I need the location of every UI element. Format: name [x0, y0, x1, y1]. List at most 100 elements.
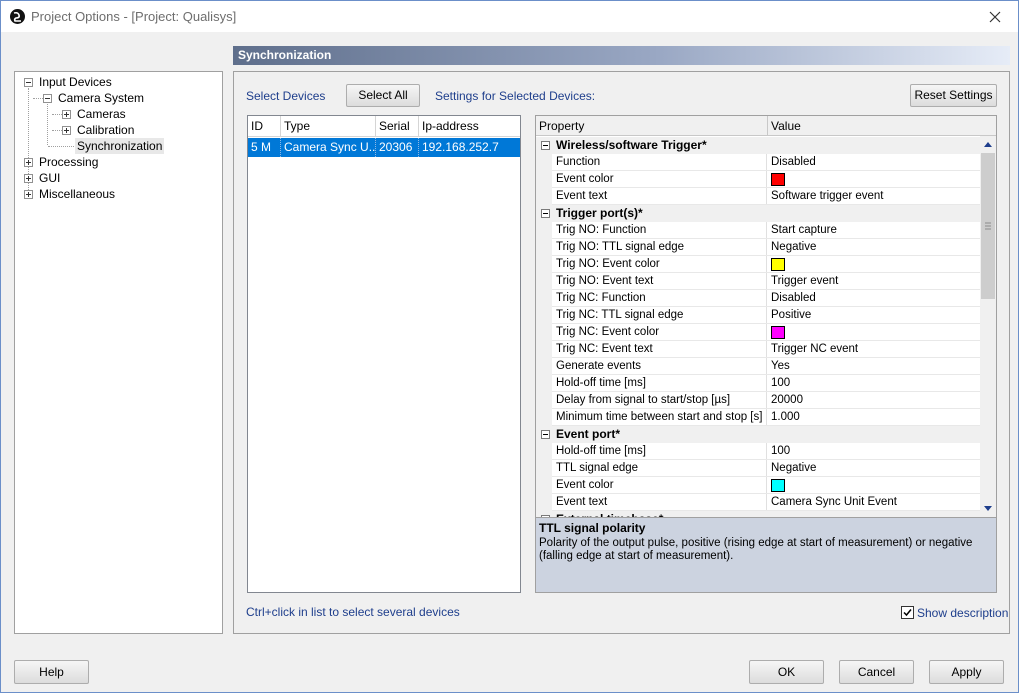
row-gutter — [536, 341, 552, 358]
property-value[interactable] — [771, 477, 980, 493]
device-list[interactable]: ID Type Serial Ip-address 5 M Camera Syn… — [247, 115, 521, 593]
show-description-label[interactable]: Show description — [917, 606, 1008, 620]
collapse-category-icon[interactable] — [541, 209, 550, 218]
property-row[interactable]: Minimum time between start and stop [s] 1… — [536, 409, 980, 426]
property-row[interactable]: Trig NO: Event color — [536, 256, 980, 273]
chevron-up-icon — [984, 142, 992, 147]
scroll-thumb[interactable] — [981, 153, 995, 299]
property-value[interactable]: Negative — [771, 239, 980, 255]
property-row[interactable]: Trig NO: Event text Trigger event — [536, 273, 980, 290]
expand-cameras-icon[interactable] — [62, 110, 71, 119]
color-swatch[interactable] — [771, 173, 785, 186]
collapse-category-icon[interactable] — [541, 430, 550, 439]
property-row[interactable]: Event text Camera Sync Unit Event — [536, 494, 980, 511]
color-swatch[interactable] — [771, 258, 785, 271]
ok-button[interactable]: OK — [749, 660, 824, 684]
property-value[interactable] — [771, 324, 980, 340]
property-value[interactable] — [771, 171, 980, 187]
property-value[interactable]: Disabled — [771, 154, 980, 170]
row-gutter — [536, 460, 552, 477]
column-value[interactable]: Value — [768, 116, 996, 136]
property-category[interactable]: Event port* — [536, 426, 980, 443]
column-id[interactable]: ID — [248, 116, 281, 137]
help-button[interactable]: Help — [14, 660, 89, 684]
expand-input-devices-icon[interactable] — [24, 78, 33, 87]
property-row[interactable]: Function Disabled — [536, 154, 980, 171]
row-gutter — [536, 409, 552, 426]
property-value[interactable]: Trigger event — [771, 273, 980, 289]
select-all-button[interactable]: Select All — [346, 84, 420, 107]
property-row[interactable]: Trig NC: TTL signal edge Positive — [536, 307, 980, 324]
scroll-down-arrow[interactable] — [980, 500, 996, 517]
tree-item-processing[interactable]: Processing — [39, 154, 98, 170]
column-serial[interactable]: Serial — [376, 116, 419, 137]
description-panel: TTL signal polarity Polarity of the outp… — [535, 517, 997, 593]
tree-item-cameras[interactable]: Cameras — [77, 106, 126, 122]
property-row[interactable]: Hold-off time [ms] 100 — [536, 443, 980, 460]
close-button[interactable] — [972, 1, 1018, 32]
property-value[interactable]: Camera Sync Unit Event — [771, 494, 980, 510]
scroll-up-arrow[interactable] — [980, 136, 996, 153]
row-gutter — [536, 392, 552, 409]
property-value[interactable]: Negative — [771, 460, 980, 476]
options-tree[interactable]: Input Devices Camera System Cameras Cali… — [14, 71, 223, 634]
category-label: Trigger port(s)* — [556, 206, 643, 220]
property-value[interactable]: Disabled — [771, 290, 980, 306]
column-property[interactable]: Property — [536, 116, 768, 136]
color-swatch[interactable] — [771, 479, 785, 492]
apply-button[interactable]: Apply — [929, 660, 1004, 684]
property-value[interactable]: Software trigger event — [771, 188, 980, 204]
expand-calibration-icon[interactable] — [62, 126, 71, 135]
property-value[interactable]: Positive — [771, 307, 980, 323]
row-gutter — [536, 324, 552, 341]
tree-item-calibration[interactable]: Calibration — [77, 122, 134, 138]
property-value[interactable]: 1.000 — [771, 409, 980, 425]
tree-line — [33, 98, 43, 99]
property-row[interactable]: Event color — [536, 477, 980, 494]
property-value[interactable]: 20000 — [771, 392, 980, 408]
property-value[interactable] — [771, 256, 980, 272]
column-type[interactable]: Type — [281, 116, 376, 137]
color-swatch[interactable] — [771, 326, 785, 339]
property-grid-header: Property Value — [536, 116, 996, 136]
property-name: Trig NC: Function — [556, 290, 767, 306]
property-row[interactable]: Trig NC: Function Disabled — [536, 290, 980, 307]
property-category[interactable]: Trigger port(s)* — [536, 205, 980, 222]
tree-item-miscellaneous[interactable]: Miscellaneous — [39, 186, 115, 202]
property-row[interactable]: Trig NO: TTL signal edge Negative — [536, 239, 980, 256]
property-value[interactable]: 100 — [771, 375, 980, 391]
expand-camera-system-icon[interactable] — [43, 94, 52, 103]
property-row[interactable]: Event color — [536, 171, 980, 188]
tree-item-camera-system[interactable]: Camera System — [58, 90, 144, 106]
tree-item-gui[interactable]: GUI — [39, 170, 60, 186]
collapse-category-icon[interactable] — [541, 141, 550, 150]
table-row[interactable]: 5 M Camera Sync U... 20306 192.168.252.7 — [248, 138, 520, 157]
property-row[interactable]: Trig NC: Event text Trigger NC event — [536, 341, 980, 358]
property-value[interactable]: Yes — [771, 358, 980, 374]
property-row[interactable]: TTL signal edge Negative — [536, 460, 980, 477]
property-row[interactable]: Trig NO: Function Start capture — [536, 222, 980, 239]
property-category[interactable]: Wireless/software Trigger* — [536, 137, 980, 154]
reset-settings-button[interactable]: Reset Settings — [910, 84, 997, 107]
show-description-checkbox[interactable] — [901, 606, 914, 619]
property-grid-scrollbar[interactable] — [980, 136, 996, 517]
property-row[interactable]: Hold-off time [ms] 100 — [536, 375, 980, 392]
property-row[interactable]: Delay from signal to start/stop [µs] 2000… — [536, 392, 980, 409]
property-row[interactable]: Generate events Yes — [536, 358, 980, 375]
expand-miscellaneous-icon[interactable] — [24, 190, 33, 199]
tree-item-input-devices[interactable]: Input Devices — [39, 74, 112, 90]
tree-item-synchronization[interactable]: Synchronization — [75, 138, 165, 154]
property-value[interactable]: 100 — [771, 443, 980, 459]
property-value[interactable]: Start capture — [771, 222, 980, 238]
cancel-button[interactable]: Cancel — [839, 660, 914, 684]
select-devices-label: Select Devices — [246, 89, 326, 103]
category-label: Event port* — [556, 427, 621, 441]
property-row[interactable]: Event text Software trigger event — [536, 188, 980, 205]
expand-processing-icon[interactable] — [24, 158, 33, 167]
title-bar[interactable]: Project Options - [Project: Qualisys] — [1, 1, 1018, 32]
property-row[interactable]: Trig NC: Event color — [536, 324, 980, 341]
property-grid[interactable]: Property Value Wireless/software Trigger… — [535, 115, 997, 518]
property-value[interactable]: Trigger NC event — [771, 341, 980, 357]
expand-gui-icon[interactable] — [24, 174, 33, 183]
column-ip-address[interactable]: Ip-address — [419, 116, 520, 137]
